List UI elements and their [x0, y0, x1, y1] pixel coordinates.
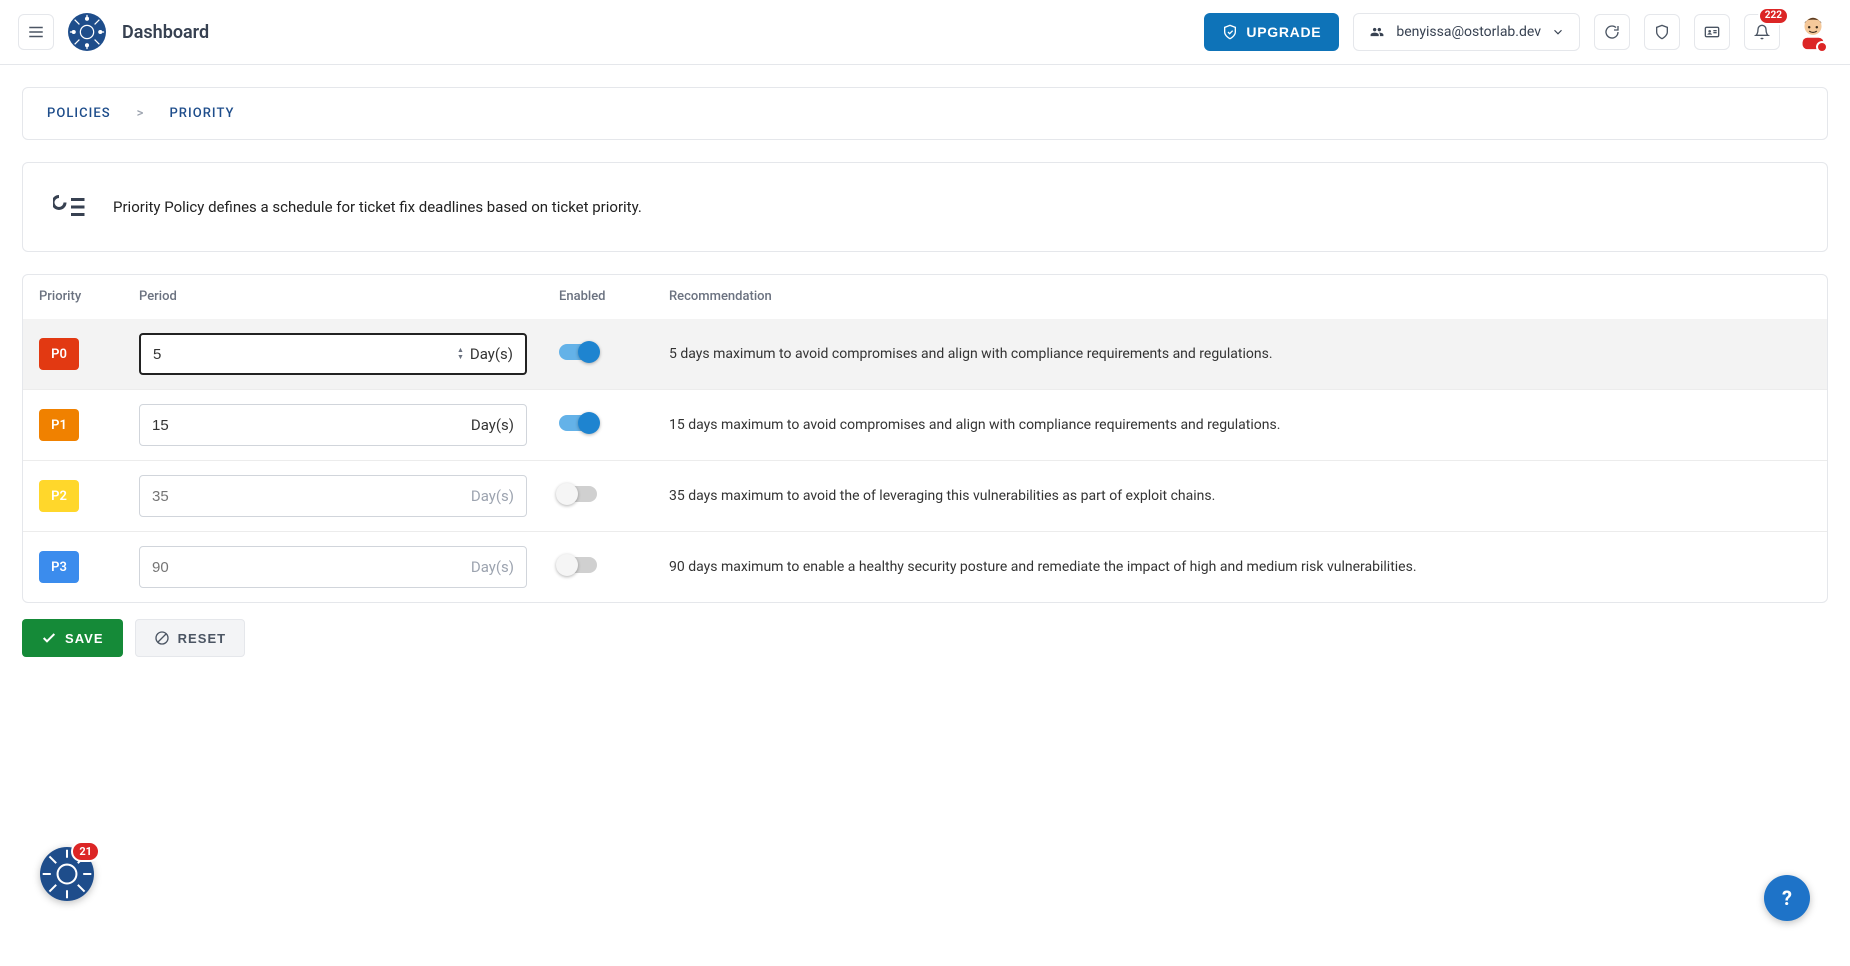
- period-input: [152, 488, 471, 505]
- period-field: Day(s): [139, 546, 527, 588]
- menu-icon: [27, 23, 45, 41]
- breadcrumb: POLICIES > PRIORITY: [23, 88, 1827, 139]
- save-label: SAVE: [65, 631, 104, 646]
- recommendation-text: 35 days maximum to avoid the of leveragi…: [669, 488, 1215, 504]
- priority-chip: P3: [39, 551, 79, 583]
- priority-list-icon: [51, 187, 91, 227]
- brand-logo[interactable]: [68, 13, 106, 51]
- floating-count-badge: 21: [71, 841, 100, 862]
- enabled-toggle[interactable]: [559, 415, 597, 431]
- refresh-icon: [1604, 24, 1620, 40]
- shield-check-icon: [1222, 24, 1238, 40]
- priority-chip: P2: [39, 480, 79, 512]
- table-row: P3 Day(s) 90 days maximum to enable a heal…: [23, 532, 1827, 603]
- avatar-status-dot: [1816, 41, 1828, 53]
- period-unit: Day(s): [470, 345, 513, 363]
- main-content: POLICIES > PRIORITY Priority Policy defi…: [0, 65, 1850, 679]
- recommendation-text: 5 days maximum to avoid compromises and …: [669, 346, 1273, 362]
- breadcrumb-card: POLICIES > PRIORITY: [22, 87, 1828, 140]
- bell-icon: [1754, 24, 1770, 40]
- enabled-toggle[interactable]: [559, 344, 597, 360]
- period-input: [152, 559, 471, 576]
- period-field: Day(s): [139, 475, 527, 517]
- check-icon: [41, 630, 57, 646]
- id-card-icon: [1704, 24, 1720, 40]
- info-card: Priority Policy defines a schedule for t…: [22, 162, 1828, 252]
- th-enabled: Enabled: [543, 275, 653, 319]
- menu-button[interactable]: [18, 14, 54, 50]
- users-icon: [1368, 25, 1386, 39]
- shield-button[interactable]: [1644, 14, 1680, 50]
- chevron-down-icon: [1551, 25, 1565, 39]
- breadcrumb-priority[interactable]: PRIORITY: [169, 106, 234, 121]
- priority-chip: P0: [39, 338, 79, 370]
- avatar[interactable]: [1794, 13, 1832, 51]
- upgrade-button[interactable]: UPGRADE: [1204, 13, 1339, 51]
- priority-chip: P1: [39, 409, 79, 441]
- period-input[interactable]: [152, 417, 471, 434]
- enabled-toggle[interactable]: [559, 486, 597, 502]
- upgrade-label: UPGRADE: [1246, 24, 1321, 40]
- card-button[interactable]: [1694, 14, 1730, 50]
- recommendation-text: 90 days maximum to enable a healthy secu…: [669, 559, 1417, 575]
- question-icon: ?: [1782, 886, 1792, 910]
- shield-icon: [1654, 24, 1670, 40]
- table-row: P1 Day(s) 15 days maximum to avoid comprom…: [23, 390, 1827, 461]
- topbar: Dashboard UPGRADE benyissa@ostorlab.dev …: [0, 0, 1850, 65]
- number-stepper[interactable]: ▲▼: [457, 347, 464, 361]
- th-priority: Priority: [23, 275, 123, 319]
- table-row: P0 ▲▼ Day(s) 5 days maximum to avoid compro…: [23, 319, 1827, 390]
- reset-button[interactable]: RESET: [135, 619, 246, 657]
- user-menu[interactable]: benyissa@ostorlab.dev: [1353, 13, 1580, 51]
- table-row: P2 Day(s) 35 days maximum to avoid the of …: [23, 461, 1827, 532]
- actions-row: SAVE RESET: [22, 619, 1828, 657]
- enabled-toggle[interactable]: [559, 557, 597, 573]
- notifications-button[interactable]: 222: [1744, 14, 1780, 50]
- save-button[interactable]: SAVE: [22, 619, 123, 657]
- period-field[interactable]: Day(s): [139, 404, 527, 446]
- th-recommendation: Recommendation: [653, 275, 1827, 319]
- th-period: Period: [123, 275, 543, 319]
- notification-count-badge: 222: [1758, 7, 1789, 25]
- period-unit: Day(s): [471, 416, 514, 434]
- help-fab[interactable]: ?: [1764, 875, 1810, 921]
- breadcrumb-separator: >: [137, 106, 144, 121]
- period-input[interactable]: [153, 346, 457, 363]
- breadcrumb-policies[interactable]: POLICIES: [47, 106, 111, 121]
- priority-table: Priority Period Enabled Recommendation P…: [23, 275, 1827, 602]
- prohibit-icon: [154, 630, 170, 646]
- priority-table-card: Priority Period Enabled Recommendation P…: [22, 274, 1828, 603]
- refresh-button[interactable]: [1594, 14, 1630, 50]
- user-email: benyissa@ostorlab.dev: [1396, 24, 1541, 40]
- period-unit: Day(s): [471, 487, 514, 505]
- recommendation-text: 15 days maximum to avoid compromises and…: [669, 417, 1280, 433]
- period-unit: Day(s): [471, 558, 514, 576]
- reset-label: RESET: [178, 631, 227, 646]
- period-field[interactable]: ▲▼ Day(s): [139, 333, 527, 375]
- page-title: Dashboard: [122, 22, 209, 43]
- brand-logo-icon: [68, 13, 106, 51]
- info-text: Priority Policy defines a schedule for t…: [113, 198, 642, 216]
- floating-brand-badge[interactable]: 21: [40, 847, 94, 901]
